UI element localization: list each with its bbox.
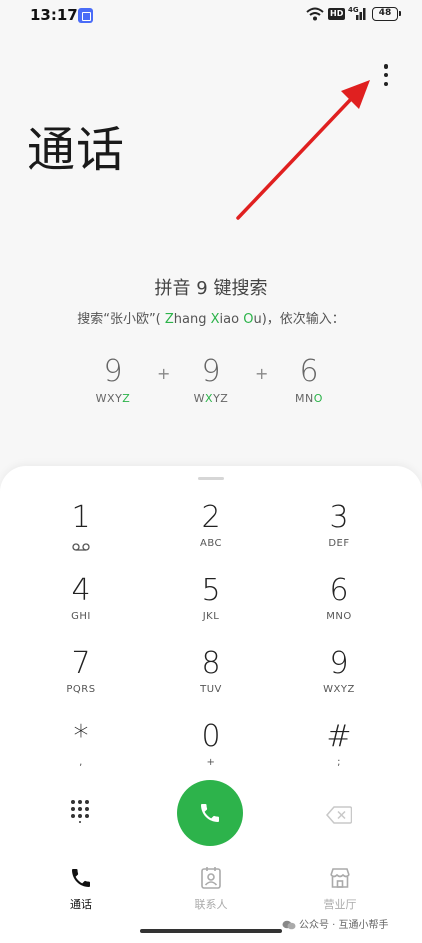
- keypad-toggle-icon[interactable]: [70, 799, 90, 823]
- nav-tab-calls[interactable]: 通话: [41, 864, 121, 912]
- home-indicator[interactable]: [140, 929, 282, 933]
- sheet-drag-handle[interactable]: [198, 477, 224, 480]
- contacts-icon: [201, 867, 221, 889]
- page-title: 通话: [27, 122, 126, 178]
- bottom-navigation: 通话 联系人 营业厅: [0, 864, 422, 924]
- search-hint-description: 搜索“张小欧”( Zhang Xiao Ou)，依次输入：: [77, 312, 345, 327]
- call-button[interactable]: [177, 780, 243, 846]
- example-key: 6 MNO: [295, 354, 323, 405]
- voicemail-icon: [72, 543, 90, 551]
- more-options-button[interactable]: [376, 60, 396, 90]
- more-dot: [383, 81, 389, 86]
- app-notification-icon: [78, 8, 93, 23]
- signal-icon: 4G: [348, 6, 366, 20]
- nav-tab-store-label: 营业厅: [323, 898, 357, 911]
- search-hint-title: 拼音 9 键搜索: [154, 278, 268, 299]
- nav-tab-calls-label: 通话: [70, 898, 92, 911]
- store-icon: [330, 868, 350, 888]
- dial-key-star[interactable]: * ,: [21, 719, 141, 779]
- example-key: 9 WXYZ: [193, 354, 229, 405]
- phone-icon: [201, 804, 219, 822]
- dial-key-hash[interactable]: # ;: [279, 719, 399, 779]
- watermark: 公众号 · 互通小帮手: [282, 916, 389, 931]
- dial-key-4[interactable]: 4 GHI: [21, 573, 141, 633]
- plus-sign: +: [157, 364, 171, 383]
- nav-tab-contacts-label: 联系人: [194, 898, 228, 911]
- wechat-logo-icon: [282, 920, 296, 930]
- status-bar: 13:17 HD 4G 48: [0, 0, 422, 30]
- network-type-label: 4G: [348, 6, 359, 14]
- backspace-icon[interactable]: [326, 806, 352, 824]
- battery-icon: 48: [372, 7, 401, 21]
- dial-key-8[interactable]: 8 TUV: [151, 646, 271, 706]
- dial-key-7[interactable]: 7 PQRS: [21, 646, 141, 706]
- more-dot: [383, 64, 389, 69]
- dial-key-6[interactable]: 6 MNO: [279, 573, 399, 633]
- example-key-sequence: 9 WXYZ + 9 WXYZ + 6 MNO: [0, 354, 422, 414]
- plus-sign: +: [255, 364, 269, 383]
- dial-key-9[interactable]: 9 WXYZ: [279, 646, 399, 706]
- watermark-text: 公众号 · 互通小帮手: [299, 920, 389, 931]
- hd-voice-icon: HD: [328, 8, 346, 20]
- wifi-icon: [306, 7, 324, 21]
- dialpad-sheet: 1 2 ABC 3 DEF 4 GHI 5 JKL 6 MNO 7 PQRS 8…: [0, 466, 422, 943]
- dial-key-1[interactable]: 1: [21, 500, 141, 560]
- status-time: 13:17: [30, 6, 78, 24]
- phone-icon: [72, 869, 90, 887]
- dial-key-5[interactable]: 5 JKL: [151, 573, 271, 633]
- dial-key-3[interactable]: 3 DEF: [279, 500, 399, 560]
- example-key: 9 WXYZ: [95, 354, 131, 405]
- nav-tab-contacts[interactable]: 联系人: [171, 864, 251, 912]
- dial-key-2[interactable]: 2 ABC: [151, 500, 271, 560]
- dial-key-0[interactable]: 0 +: [151, 719, 271, 779]
- more-dot: [383, 72, 389, 78]
- nav-tab-store[interactable]: 营业厅: [300, 864, 380, 912]
